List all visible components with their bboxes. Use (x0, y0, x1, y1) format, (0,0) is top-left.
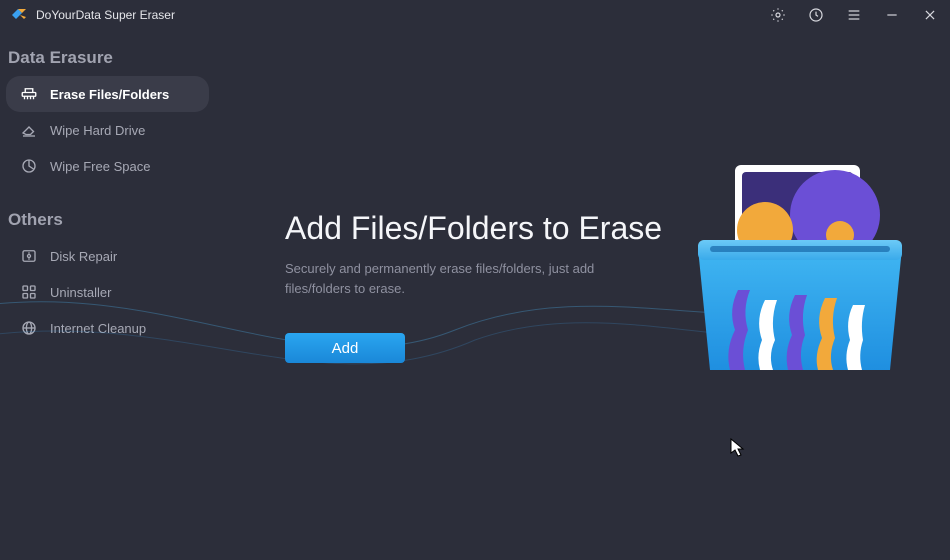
section-header-others: Others (0, 202, 215, 238)
globe-icon (20, 319, 38, 337)
sidebar-item-wipe-hard-drive[interactable]: Wipe Hard Drive (6, 112, 209, 148)
sidebar-item-internet-cleanup[interactable]: Internet Cleanup (6, 310, 209, 346)
page-description: Securely and permanently erase files/fol… (285, 259, 625, 298)
sidebar-item-label: Disk Repair (50, 249, 117, 264)
sidebar-item-label: Wipe Hard Drive (50, 123, 145, 138)
shredder-icon (20, 85, 38, 103)
mouse-cursor-icon (730, 438, 746, 458)
sidebar-item-label: Wipe Free Space (50, 159, 150, 174)
section-header-data-erasure: Data Erasure (0, 40, 215, 76)
hero-section: Add Files/Folders to Erase Securely and … (285, 210, 705, 363)
sidebar-item-wipe-free-space[interactable]: Wipe Free Space (6, 148, 209, 184)
main-area: Data Erasure Erase Files/Folders Wipe Ha… (0, 30, 950, 560)
page-title: Add Files/Folders to Erase (285, 210, 705, 247)
sidebar: Data Erasure Erase Files/Folders Wipe Ha… (0, 30, 215, 560)
close-button[interactable] (920, 5, 940, 25)
sidebar-item-uninstaller[interactable]: Uninstaller (6, 274, 209, 310)
eraser-icon (20, 121, 38, 139)
titlebar: DoYourData Super Eraser (0, 0, 950, 30)
sidebar-item-disk-repair[interactable]: Disk Repair (6, 238, 209, 274)
content-panel: Add Files/Folders to Erase Securely and … (215, 30, 950, 560)
sidebar-item-label: Erase Files/Folders (50, 87, 169, 102)
history-icon[interactable] (806, 5, 826, 25)
settings-icon[interactable] (768, 5, 788, 25)
app-title: DoYourData Super Eraser (36, 8, 175, 22)
sidebar-item-erase-files[interactable]: Erase Files/Folders (6, 76, 209, 112)
titlebar-controls (768, 5, 940, 25)
shredder-illustration (690, 160, 910, 390)
minimize-button[interactable] (882, 5, 902, 25)
menu-icon[interactable] (844, 5, 864, 25)
pie-icon (20, 157, 38, 175)
disk-repair-icon (20, 247, 38, 265)
app-logo-icon (10, 7, 28, 23)
sidebar-item-label: Uninstaller (50, 285, 111, 300)
add-button[interactable]: Add (285, 333, 405, 363)
sidebar-item-label: Internet Cleanup (50, 321, 146, 336)
apps-grid-icon (20, 283, 38, 301)
titlebar-left: DoYourData Super Eraser (10, 7, 175, 23)
